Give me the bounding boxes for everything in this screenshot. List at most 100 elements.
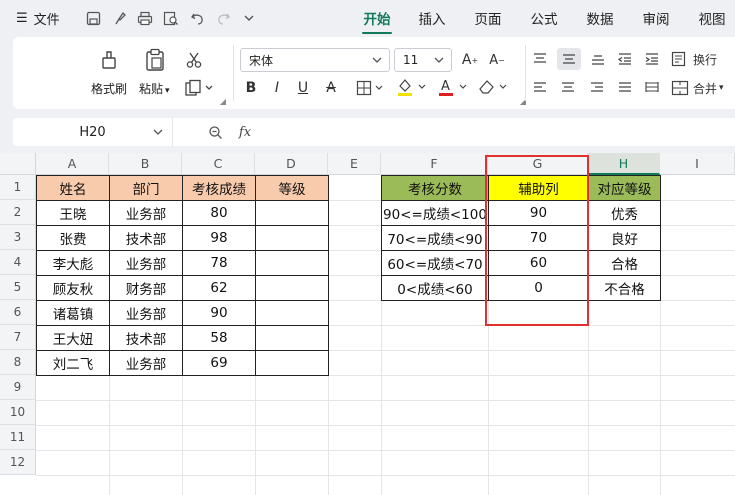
cell-b4[interactable]: 业务部 bbox=[109, 250, 183, 276]
scissors-icon[interactable] bbox=[183, 49, 205, 71]
merge-cells-button[interactable]: 合并 ▾ bbox=[671, 77, 735, 99]
cell-d4[interactable] bbox=[255, 250, 329, 276]
increase-indent-icon[interactable] bbox=[641, 48, 663, 70]
formula-input[interactable] bbox=[269, 122, 729, 142]
tab-page[interactable]: 页面 bbox=[469, 0, 507, 36]
row-header-6[interactable]: 6 bbox=[0, 300, 36, 325]
cell-d8[interactable] bbox=[255, 350, 329, 376]
tab-home[interactable]: 开始 bbox=[358, 0, 396, 36]
cell-g4[interactable]: 60 bbox=[488, 250, 589, 276]
cell-h4[interactable]: 合格 bbox=[588, 250, 661, 276]
cell-a7[interactable]: 王大妞 bbox=[36, 325, 110, 351]
format-painter-icon[interactable] bbox=[95, 47, 123, 73]
cell-a5[interactable]: 顾友秋 bbox=[36, 275, 110, 301]
font-size-select[interactable]: 11 bbox=[394, 48, 452, 72]
align-right-icon[interactable] bbox=[586, 77, 608, 99]
column-header-f[interactable]: F bbox=[381, 153, 488, 175]
strikethrough-icon[interactable]: A bbox=[322, 77, 340, 99]
print-icon[interactable] bbox=[136, 9, 154, 27]
cell-f2[interactable]: 90<=成绩<100 bbox=[381, 200, 489, 226]
copy-icon[interactable] bbox=[183, 77, 219, 99]
decrease-font-icon[interactable]: A − bbox=[486, 48, 508, 72]
cell-h1[interactable]: 对应等级 bbox=[588, 175, 661, 201]
undo-icon[interactable] bbox=[188, 9, 206, 27]
align-top-icon[interactable] bbox=[529, 48, 551, 70]
distributed-align-icon[interactable] bbox=[641, 77, 663, 99]
cell-b7[interactable]: 技术部 bbox=[109, 325, 183, 351]
cell-g3[interactable]: 70 bbox=[488, 225, 589, 251]
cell-b6[interactable]: 业务部 bbox=[109, 300, 183, 326]
bold-icon[interactable]: B bbox=[242, 77, 260, 99]
cell-c8[interactable]: 69 bbox=[182, 350, 256, 376]
row-header-7[interactable]: 7 bbox=[0, 325, 36, 350]
row-header-12[interactable]: 12 bbox=[0, 450, 36, 475]
cell-f1[interactable]: 考核分数 bbox=[381, 175, 489, 201]
cell-d2[interactable] bbox=[255, 200, 329, 226]
cell-f3[interactable]: 70<=成绩<90 bbox=[381, 225, 489, 251]
cell-a4[interactable]: 李大彪 bbox=[36, 250, 110, 276]
cell-c7[interactable]: 58 bbox=[182, 325, 256, 351]
column-header-a[interactable]: A bbox=[36, 153, 109, 175]
row-header-5[interactable]: 5 bbox=[0, 275, 36, 300]
paste-icon[interactable] bbox=[141, 46, 169, 74]
cell-a6[interactable]: 诸葛镇 bbox=[36, 300, 110, 326]
cell-d1[interactable]: 等级 bbox=[255, 175, 329, 201]
font-name-select[interactable]: 宋体 bbox=[240, 48, 390, 72]
align-center-icon[interactable] bbox=[557, 77, 579, 99]
function-icon[interactable]: fx bbox=[234, 122, 256, 142]
cell-b8[interactable]: 业务部 bbox=[109, 350, 183, 376]
font-color-icon[interactable]: A bbox=[436, 75, 472, 99]
print-preview-icon[interactable] bbox=[162, 9, 180, 27]
cell-f4[interactable]: 60<=成绩<70 bbox=[381, 250, 489, 276]
cell-h2[interactable]: 优秀 bbox=[588, 200, 661, 226]
cell-d6[interactable] bbox=[255, 300, 329, 326]
wrap-text-button[interactable]: 换行 bbox=[671, 48, 735, 70]
fill-color-icon[interactable] bbox=[395, 75, 431, 99]
expand-corner-icon[interactable]: ◢ bbox=[219, 97, 227, 106]
cell-c4[interactable]: 78 bbox=[182, 250, 256, 276]
cell-b2[interactable]: 业务部 bbox=[109, 200, 183, 226]
align-middle-icon[interactable] bbox=[557, 48, 581, 70]
tab-view[interactable]: 视图 bbox=[693, 0, 731, 36]
column-header-g[interactable]: G bbox=[488, 153, 588, 175]
tab-review[interactable]: 审阅 bbox=[637, 0, 675, 36]
cell-c1[interactable]: 考核成绩 bbox=[182, 175, 256, 201]
column-header-b[interactable]: B bbox=[109, 153, 182, 175]
file-menu[interactable]: ☰ 文件 bbox=[16, 0, 60, 36]
column-header-e[interactable]: E bbox=[328, 153, 381, 175]
cell-h5[interactable]: 不合格 bbox=[588, 275, 661, 301]
row-header-9[interactable]: 9 bbox=[0, 375, 36, 400]
cell-a8[interactable]: 刘二飞 bbox=[36, 350, 110, 376]
cell-d5[interactable] bbox=[255, 275, 329, 301]
cell-d7[interactable] bbox=[255, 325, 329, 351]
chevron-down-icon[interactable] bbox=[240, 9, 258, 27]
cell-b5[interactable]: 财务部 bbox=[109, 275, 183, 301]
cell-g1[interactable]: 辅助列 bbox=[488, 175, 589, 201]
align-left-icon[interactable] bbox=[529, 77, 551, 99]
brush-icon[interactable] bbox=[110, 9, 128, 27]
name-box[interactable]: H20 bbox=[13, 118, 173, 146]
justify-icon[interactable] bbox=[614, 77, 636, 99]
row-header-1[interactable]: 1 bbox=[0, 175, 36, 200]
cell-h3[interactable]: 良好 bbox=[588, 225, 661, 251]
zoom-icon[interactable] bbox=[205, 122, 225, 142]
cell-a2[interactable]: 王晓 bbox=[36, 200, 110, 226]
row-header-2[interactable]: 2 bbox=[0, 200, 36, 225]
border-icon[interactable] bbox=[355, 77, 387, 99]
column-header-d[interactable]: D bbox=[255, 153, 328, 175]
cell-c6[interactable]: 90 bbox=[182, 300, 256, 326]
cell-b3[interactable]: 技术部 bbox=[109, 225, 183, 251]
paste-label[interactable]: 粘贴 ▾ bbox=[139, 80, 170, 97]
row-header-10[interactable]: 10 bbox=[0, 400, 36, 425]
underline-icon[interactable]: U bbox=[294, 77, 312, 99]
row-header-11[interactable]: 11 bbox=[0, 425, 36, 450]
tab-insert[interactable]: 插入 bbox=[413, 0, 451, 36]
row-header-3[interactable]: 3 bbox=[0, 225, 36, 250]
sheet-grid[interactable]: ABCDEFGHI 1 2 3 4 5 6 7 8 9 10 11 12 姓名 部门 考核成绩 等级 王晓 业务… bbox=[0, 153, 735, 495]
cell-d3[interactable] bbox=[255, 225, 329, 251]
cell-a1[interactable]: 姓名 bbox=[36, 175, 110, 201]
cell-g2[interactable]: 90 bbox=[488, 200, 589, 226]
eraser-icon[interactable] bbox=[476, 75, 512, 99]
column-header-i[interactable]: I bbox=[660, 153, 735, 175]
cell-c2[interactable]: 80 bbox=[182, 200, 256, 226]
